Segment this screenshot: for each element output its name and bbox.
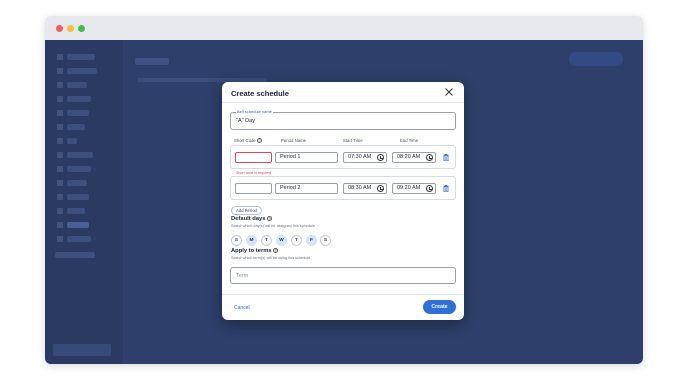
bell-schedule-name-field[interactable]: Bell schedule name "A" Day xyxy=(230,109,456,130)
end-time-input[interactable]: 08:20 AM xyxy=(392,152,436,163)
background-primary-button[interactable] xyxy=(569,52,623,66)
help-icon[interactable]: ? xyxy=(267,216,273,221)
background-page-title xyxy=(135,58,169,65)
clock-icon[interactable] xyxy=(426,154,433,161)
term-input[interactable]: Term xyxy=(230,267,456,284)
col-header-end-time: End Time xyxy=(400,138,419,143)
sidebar-icon xyxy=(57,222,63,228)
short-code-input[interactable] xyxy=(235,183,272,194)
day-toggle-monday[interactable]: M xyxy=(246,235,257,246)
default-days-heading: Default days ? xyxy=(231,216,273,223)
day-toggle-sunday[interactable]: S xyxy=(231,235,242,246)
trash-icon[interactable] xyxy=(443,185,449,192)
period-name-input[interactable]: Period 2 xyxy=(275,183,338,194)
short-code-input[interactable] xyxy=(235,152,272,163)
bell-schedule-name-label: Bell schedule name xyxy=(236,109,273,115)
close-icon[interactable] xyxy=(444,87,454,97)
help-icon[interactable]: ? xyxy=(256,138,262,144)
sidebar-icon xyxy=(57,68,63,74)
start-time-input[interactable]: 07:30 AM xyxy=(343,152,387,163)
sidebar-footer-button[interactable] xyxy=(53,344,111,356)
period-row: Period 1 07:30 AM 08:20 AM xyxy=(230,145,456,169)
sidebar-icon xyxy=(57,124,63,130)
minimize-window-dot[interactable] xyxy=(67,25,74,32)
term-placeholder: Term xyxy=(236,273,249,279)
day-toggle-thursday[interactable]: T xyxy=(291,235,302,246)
sidebar-item[interactable] xyxy=(67,194,89,200)
default-days-subtitle: Select which day(s) will be assigned thi… xyxy=(231,224,315,228)
sidebar-icon xyxy=(57,236,63,242)
sidebar-item[interactable] xyxy=(67,138,77,144)
sidebar-icon xyxy=(57,166,63,172)
close-window-dot[interactable] xyxy=(56,25,63,32)
sidebar-item[interactable] xyxy=(67,96,91,102)
add-period-button[interactable]: Add Period xyxy=(231,206,262,215)
sidebar-item[interactable] xyxy=(55,252,95,258)
col-header-start-time: Start Time xyxy=(343,138,363,143)
end-time-input[interactable]: 09:20 AM xyxy=(392,183,436,194)
sidebar-item[interactable] xyxy=(67,166,91,172)
day-toggle-saturday[interactable]: S xyxy=(320,235,331,246)
sidebar-icon xyxy=(57,152,63,158)
sidebar-item[interactable] xyxy=(67,54,95,60)
sidebar-item[interactable] xyxy=(67,152,93,158)
create-schedule-modal: Create schedule Bell schedule name "A" D… xyxy=(222,82,464,320)
modal-title: Create schedule xyxy=(231,89,289,98)
sidebar-item[interactable] xyxy=(67,124,85,130)
window-titlebar xyxy=(45,16,643,40)
sidebar-item[interactable] xyxy=(67,208,85,214)
create-button[interactable]: Create xyxy=(423,300,456,314)
cancel-button[interactable]: Cancel xyxy=(234,305,250,311)
sidebar-item[interactable] xyxy=(67,110,89,116)
sidebar-icon xyxy=(57,208,63,214)
day-toggle-friday[interactable]: F xyxy=(306,235,317,246)
sidebar-icon xyxy=(57,194,63,200)
clock-icon[interactable] xyxy=(377,185,384,192)
clock-icon[interactable] xyxy=(426,185,433,192)
period-row: Period 2 08:30 AM 09:20 AM xyxy=(230,176,456,200)
sidebar-item[interactable] xyxy=(67,68,97,74)
header-divider xyxy=(222,102,464,103)
help-icon[interactable]: ? xyxy=(273,248,279,253)
apply-terms-subtitle: Select which term(s) will be using this … xyxy=(231,256,311,260)
start-time-input[interactable]: 08:30 AM xyxy=(343,183,387,194)
sidebar-icon xyxy=(57,180,63,186)
sidebar-item[interactable] xyxy=(67,82,87,88)
col-header-period-name: Period Name xyxy=(281,138,307,143)
col-header-short-code: Short Code ? xyxy=(234,138,262,144)
sidebar-item[interactable] xyxy=(67,236,91,242)
clock-icon[interactable] xyxy=(377,154,384,161)
sidebar-item-active[interactable] xyxy=(67,222,89,228)
period-name-input[interactable]: Period 1 xyxy=(275,152,338,163)
sidebar-icon xyxy=(57,138,63,144)
sidebar xyxy=(45,40,123,364)
sidebar-icon xyxy=(57,110,63,116)
sidebar-item[interactable] xyxy=(67,180,87,186)
footer-divider xyxy=(222,294,464,295)
apply-terms-heading: Apply to terms ? xyxy=(231,248,279,255)
day-toggle-wednesday[interactable]: W xyxy=(276,235,287,246)
short-code-error: Short code is required xyxy=(236,171,272,175)
sidebar-icon xyxy=(57,82,63,88)
bell-schedule-name-value: "A" Day xyxy=(236,118,255,124)
sidebar-icon xyxy=(57,54,63,60)
maximize-window-dot[interactable] xyxy=(78,25,85,32)
day-toggle-tuesday[interactable]: T xyxy=(261,235,272,246)
sidebar-icon xyxy=(57,96,63,102)
trash-icon[interactable] xyxy=(443,154,449,161)
